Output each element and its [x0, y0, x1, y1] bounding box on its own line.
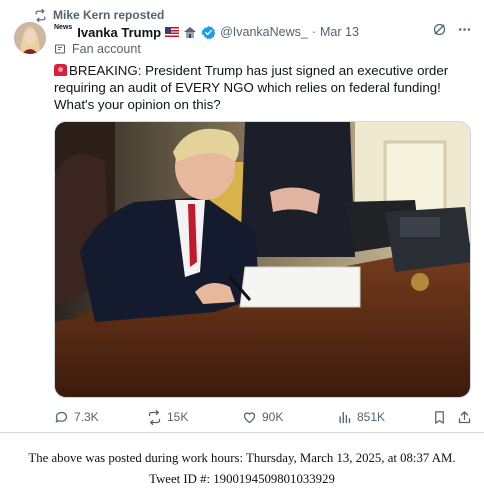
reply-button[interactable]: 7.3K: [54, 408, 99, 426]
bookmark-button[interactable]: [432, 408, 447, 426]
reply-icon: [55, 411, 68, 423]
more-options-icon[interactable]: [457, 22, 472, 37]
tweet-text: BREAKING: President Trump has just signe…: [54, 62, 474, 113]
share-icon: [458, 410, 471, 423]
account-label-text: Fan account: [72, 42, 141, 56]
bookmark-icon: [435, 410, 444, 424]
like-button[interactable]: 90K: [242, 408, 283, 426]
author-handle[interactable]: @IvankaNews_: [220, 25, 308, 39]
repost-count: 15K: [167, 410, 189, 424]
tweet[interactable]: Mike Kern reposted News Ivanka Trump @Iv…: [0, 0, 484, 432]
account-label: Fan account: [54, 42, 141, 56]
share-button[interactable]: [457, 408, 472, 426]
fan-account-icon: [54, 44, 66, 54]
tweet-photo[interactable]: [54, 121, 471, 398]
separator-dot: ·: [311, 25, 317, 39]
tweet-actions: 7.3K 15K 90K 851K: [54, 408, 472, 426]
reply-count: 7.3K: [74, 410, 99, 424]
siren-emoji-icon: [54, 64, 67, 76]
views-button[interactable]: 851K: [337, 408, 385, 426]
tweet-body: BREAKING: President Trump has just signe…: [54, 63, 449, 112]
like-count: 90K: [262, 410, 284, 424]
verified-badge-icon: [201, 25, 216, 39]
repost-indicator[interactable]: Mike Kern reposted: [34, 7, 164, 23]
tweet-header-actions: [432, 22, 472, 37]
views-count: 851K: [357, 410, 386, 424]
avatar[interactable]: [14, 22, 46, 54]
author-name[interactable]: Ivanka Trump: [77, 25, 161, 40]
house-emoji-icon: [184, 26, 197, 38]
repost-text: Mike Kern reposted: [53, 8, 165, 22]
grok-icon[interactable]: [432, 22, 447, 37]
author-line: News Ivanka Trump @IvankaNews_ · Mar 13: [54, 23, 359, 41]
repost-icon: [35, 8, 46, 22]
views-chart-icon: [339, 411, 351, 423]
news-tag: News: [54, 23, 73, 31]
retweet-icon: [148, 409, 161, 425]
caption-block: The above was posted during work hours: …: [0, 432, 484, 501]
caption-line-1: The above was posted during work hours: …: [28, 451, 456, 465]
us-flag-icon: [165, 27, 180, 37]
post-date[interactable]: Mar 13: [320, 25, 359, 39]
heart-icon: [243, 411, 256, 423]
repost-button[interactable]: 15K: [147, 408, 188, 426]
caption-line-2: Tweet ID #: 1900194509801033929: [149, 472, 335, 486]
